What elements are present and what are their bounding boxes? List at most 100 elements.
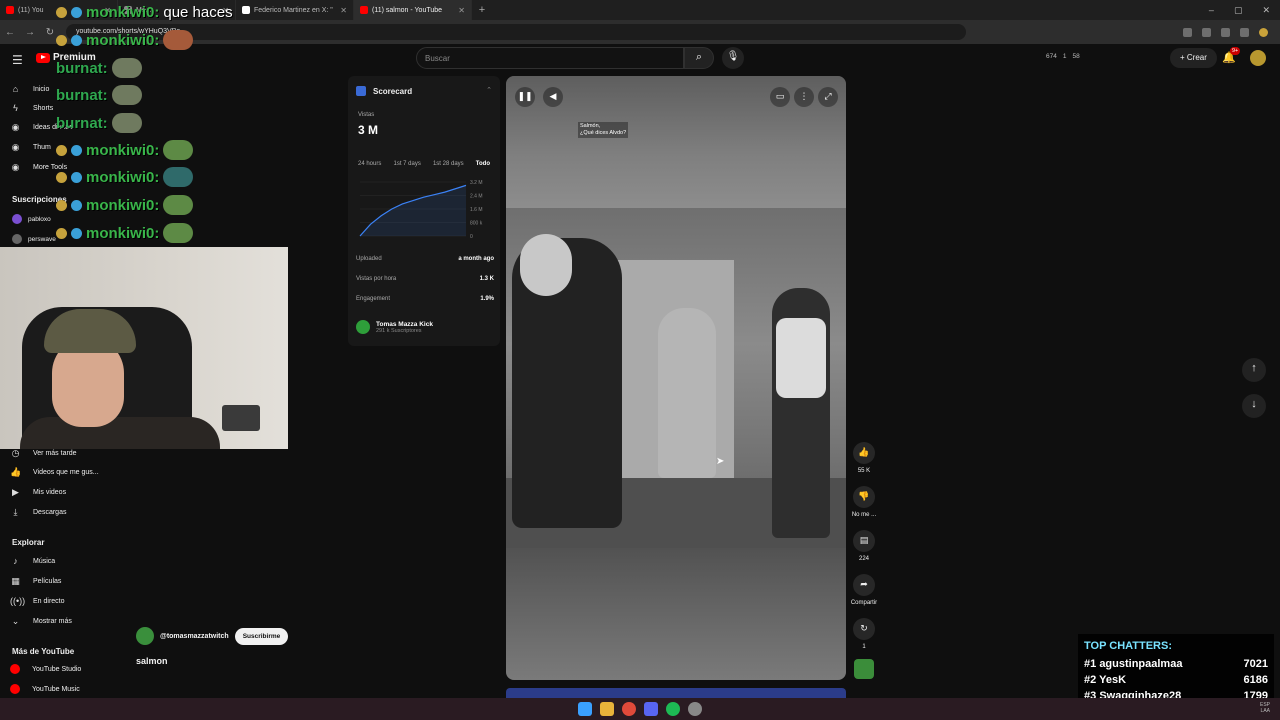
sidebar-item-shorts[interactable]: ϟ Shorts xyxy=(10,101,53,115)
video-bottom-frame xyxy=(506,548,846,680)
captions-button[interactable]: ▭ xyxy=(770,87,790,107)
volume-button[interactable]: ◀ xyxy=(543,87,563,107)
profile-icon[interactable] xyxy=(1259,27,1268,37)
sidebar-item-downloads[interactable]: ⤓ Descargas xyxy=(10,505,67,519)
subscription-item[interactable]: pabloxo xyxy=(12,214,51,224)
subscription-label: pabloxo xyxy=(28,215,51,223)
hamburger-menu-icon[interactable]: ☰ xyxy=(12,53,23,67)
remix-icon[interactable]: ↻ xyxy=(853,618,875,640)
sidebar-item-label: Videos que me gus... xyxy=(33,468,99,476)
badge-icon xyxy=(71,34,82,46)
minimize-button[interactable]: – xyxy=(1209,5,1214,16)
voice-search-button[interactable]: 🎙 xyxy=(722,47,744,69)
pause-button[interactable]: ❚❚ xyxy=(515,87,535,107)
channel-handle[interactable]: @tomasmazzatwitch xyxy=(160,633,229,640)
chat-username: monkiwi0: xyxy=(86,31,160,49)
sidebar-item-inicio[interactable]: ⌂ Inicio xyxy=(10,82,50,96)
chatter-name: agustinpaalmaa xyxy=(1099,658,1183,670)
create-button[interactable]: + Crear xyxy=(1170,48,1217,68)
scorecard-logo-icon xyxy=(356,86,366,96)
collapse-icon[interactable]: ⌃ xyxy=(486,86,492,94)
url-field[interactable]: youtube.com/shorts/wYHuQ3VBe xyxy=(66,24,966,40)
range-option-28d[interactable]: 1st 28 days xyxy=(431,160,466,172)
close-icon[interactable]: ✕ xyxy=(340,6,347,15)
range-option-7d[interactable]: 1st 7 days xyxy=(391,160,422,172)
browser-tab-4[interactable]: (11) salmon - YouTube ✕ xyxy=(354,0,472,20)
stat-row-views-hour: Vistas por hora 1.3 K xyxy=(356,276,494,282)
range-option-all[interactable]: Todo xyxy=(474,160,492,172)
badge-icon xyxy=(71,144,82,156)
extension-icon[interactable] xyxy=(1202,27,1211,37)
search-button[interactable]: ⌕ xyxy=(684,47,714,69)
search-input[interactable]: Buscar xyxy=(416,47,684,69)
remix-action[interactable]: ↻ 1 xyxy=(848,618,880,650)
sidebar-item-label: Mostrar más xyxy=(33,617,72,625)
sidebar-item-liked[interactable]: 👍 Videos que me gus... xyxy=(10,465,99,479)
close-window-button[interactable]: ✕ xyxy=(1262,5,1270,16)
back-icon[interactable]: ← xyxy=(0,27,20,38)
close-icon[interactable]: ✕ xyxy=(458,6,465,15)
like-action[interactable]: 👍 55 K xyxy=(848,442,880,474)
download-icon: ⤓ xyxy=(13,506,18,517)
sidebar-item-thumb[interactable]: ◉ Thum xyxy=(10,140,51,154)
subscription-item[interactable]: perswave xyxy=(12,234,56,244)
extension-icon[interactable] xyxy=(1183,27,1192,37)
comment-icon[interactable]: ▤ xyxy=(853,530,875,552)
caption-line: ¿Qué dices Alvdo? xyxy=(580,130,627,136)
sidebar-item-label: Música xyxy=(33,557,56,565)
share-action[interactable]: ➦ Compartir xyxy=(848,574,880,606)
scorecard-channel[interactable]: Tomas Mazza Kick 291 k Suscriptores xyxy=(356,320,433,334)
chrome-icon[interactable] xyxy=(622,702,636,716)
dislike-icon[interactable]: 👎 xyxy=(853,486,875,508)
sidebar-item-live[interactable]: ((•)) En directo xyxy=(10,594,65,608)
forward-icon[interactable]: → xyxy=(20,27,40,38)
shorts-video-player[interactable]: ❚❚ ◀ ▭ ⋮ ⤢ Salmón, ¿Qué dices Alvdo? ➤ xyxy=(506,76,846,680)
fullscreen-button[interactable]: ⤢ xyxy=(818,87,838,107)
views-value: 3 M xyxy=(358,123,379,137)
next-short-preview[interactable] xyxy=(506,688,846,698)
sidebar-item-my-videos[interactable]: ▶ Mis videos xyxy=(10,485,66,499)
channel-avatar[interactable] xyxy=(136,627,154,645)
channel-thumbnail[interactable] xyxy=(854,659,874,679)
explore-heading: Explorar xyxy=(12,538,45,547)
sidebar-item-studio[interactable]: YouTube Studio xyxy=(10,662,81,676)
chat-username: burnat: xyxy=(56,86,108,104)
sidebar-item-music-app[interactable]: YouTube Music xyxy=(10,682,80,696)
more-options-button[interactable]: ⋮ xyxy=(794,87,814,107)
emote-image xyxy=(163,167,194,187)
channel-avatar xyxy=(356,320,370,334)
maximize-button[interactable]: ▢ xyxy=(1234,5,1243,16)
share-icon[interactable]: ➦ xyxy=(853,574,875,596)
subscribe-button[interactable]: Suscribirme xyxy=(234,627,289,645)
sidebar-item-films[interactable]: ▦ Películas xyxy=(10,574,61,588)
mic-icon: 🎙 xyxy=(726,51,740,62)
folder-icon[interactable] xyxy=(600,702,614,716)
stat-label: Vistas por hora xyxy=(356,276,397,282)
new-tab-button[interactable]: + xyxy=(472,4,492,16)
previous-short-button[interactable]: ↑ xyxy=(1242,358,1266,382)
stat-value: 58 xyxy=(1072,53,1080,60)
search-icon: ⌕ xyxy=(695,51,703,63)
extension-icon[interactable] xyxy=(1240,27,1249,37)
sidebar-item-show-more[interactable]: ⌄ Mostrar más xyxy=(10,614,72,628)
video-caption: Salmón, ¿Qué dices Alvdo? xyxy=(578,122,629,138)
like-icon[interactable]: 👍 xyxy=(853,442,875,464)
chatter-row: #2 YesK 6186 xyxy=(1084,674,1268,686)
music-icon: ♪ xyxy=(13,556,18,566)
windows-icon[interactable] xyxy=(578,702,592,716)
share-label: Compartir xyxy=(850,600,878,606)
account-avatar[interactable] xyxy=(1250,50,1266,66)
spotify-icon[interactable] xyxy=(666,702,680,716)
browser-tab-3[interactable]: Federico Martinez en X: " ✕ xyxy=(236,0,354,20)
discord-icon[interactable] xyxy=(644,702,658,716)
range-option-24h[interactable]: 24 hours xyxy=(356,160,383,172)
comments-action[interactable]: ▤ 224 xyxy=(848,530,880,562)
channel-avatar xyxy=(12,234,22,244)
stat-row-uploaded: Uploaded a month ago xyxy=(356,256,494,262)
sidebar-item-music[interactable]: ♪ Música xyxy=(10,554,55,568)
chat-line: burnat: xyxy=(56,58,142,78)
app-icon[interactable] xyxy=(688,702,702,716)
extension-icon[interactable] xyxy=(1221,27,1230,37)
dislike-action[interactable]: 👎 No me ... xyxy=(848,486,880,518)
next-short-button[interactable]: ↓ xyxy=(1242,394,1266,418)
